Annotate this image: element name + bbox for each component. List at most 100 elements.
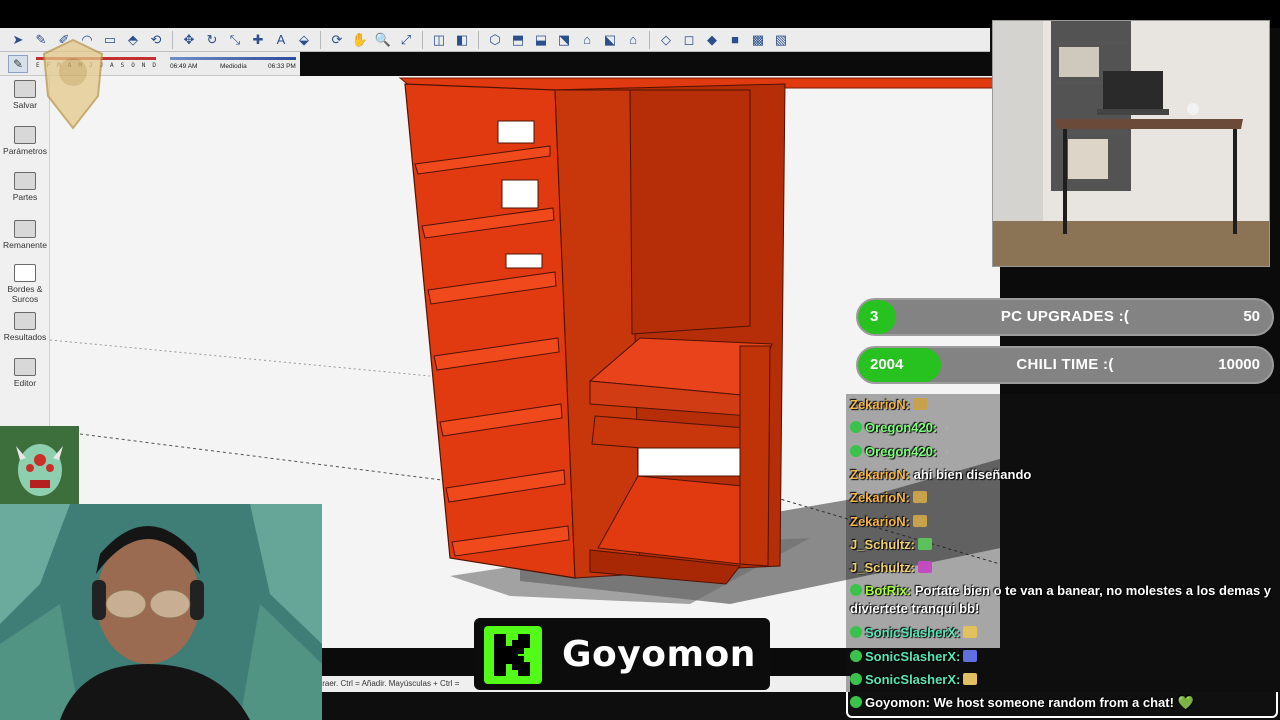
chat-username[interactable]: Oregon420: — [865, 420, 937, 435]
layers-icon — [14, 172, 36, 190]
grid-icon — [14, 312, 36, 330]
goal-target: 50 — [1243, 308, 1260, 325]
panel-item-partes[interactable]: Partes — [0, 172, 50, 202]
chat-message: SonicSlasherX: — [850, 671, 1274, 689]
chat-badge-icon — [850, 421, 862, 434]
move-icon[interactable]: ✥ — [179, 30, 199, 50]
chat-panel: ZekarioN: Oregon420: Oregon420: ZekarioN: a… — [846, 394, 1280, 720]
kick-channel-banner: Goyomon — [474, 618, 770, 690]
goal-chili-time: CHILI TIME :( 2004 10000 — [856, 346, 1274, 384]
back-icon[interactable]: ⌂ — [577, 30, 597, 50]
stream-scene: ➤✎✐◠▭⬘⟲✥↻⤡✚A⬙⟳✋🔍⤢◫◧⬡⬒⬓⬔⌂⬕⌂◇◻◆■▩▧ ✎ EFMAM… — [0, 0, 1280, 720]
chat-message: BotRix: Portate bien o te van a banear, … — [850, 582, 1274, 618]
goal-title: PC UPGRADES :( — [1000, 308, 1130, 325]
axis-dotted — [50, 339, 431, 377]
chat-username[interactable]: ZekarioN: — [850, 514, 910, 529]
edge-icon — [14, 264, 36, 282]
panel-item-label: Editor — [13, 378, 37, 388]
iso-icon[interactable]: ⬡ — [485, 30, 505, 50]
chat-emote-icon — [912, 491, 927, 504]
text-icon[interactable]: A — [271, 30, 291, 50]
chat-emote-icon — [918, 561, 933, 574]
time-end: 06:33 PM — [268, 63, 296, 70]
zoom-extents-icon[interactable]: ⤢ — [396, 30, 416, 50]
goal-current: 3 — [870, 308, 879, 325]
orbit-icon[interactable]: ⟳ — [327, 30, 347, 50]
panel-item-editor[interactable]: Editor — [0, 358, 50, 388]
panel-item-label: Remanente — [3, 240, 47, 250]
chat-username[interactable]: ZekarioN: — [850, 467, 910, 482]
goal-target: 10000 — [1218, 356, 1260, 373]
lower-opening — [637, 447, 743, 477]
zoom-icon[interactable]: 🔍 — [373, 30, 393, 50]
select-icon[interactable]: ➤ — [8, 30, 28, 50]
time-bar — [170, 57, 296, 60]
wireframe-icon[interactable]: ◻ — [679, 30, 699, 50]
chat-badge-icon — [850, 584, 862, 597]
section-display-icon[interactable]: ◧ — [452, 30, 472, 50]
streamer-webcam — [0, 504, 322, 720]
back-hole — [505, 253, 543, 269]
eraser-icon[interactable]: ✎ — [8, 55, 28, 73]
chat-username[interactable]: ZekarioN: — [850, 397, 910, 412]
pan-icon[interactable]: ✋ — [350, 30, 370, 50]
month-letter: N — [141, 62, 146, 69]
chat-text: Portate bien o te van a banear, no moles… — [850, 583, 1272, 617]
front-icon[interactable]: ⬓ — [531, 30, 551, 50]
chat-emote-icon — [963, 649, 978, 662]
shadow-time-slider[interactable]: 06:49 AM Mediodía 06:33 PM — [170, 56, 296, 72]
chat-message: ZekarioN: ahi bien diseñando — [850, 466, 1274, 484]
time-mid: Mediodía — [220, 63, 247, 70]
chat-message: ZekarioN: — [850, 396, 1274, 414]
goal-pc-upgrades: PC UPGRADES :( 3 50 — [856, 298, 1274, 336]
shaded-icon[interactable]: ■ — [725, 30, 745, 50]
chat-username[interactable]: ZekarioN: — [850, 490, 910, 505]
chat-message: ZekarioN: — [850, 489, 1274, 507]
upper-compartment — [629, 89, 751, 335]
chat-username[interactable]: J_Schultz: — [850, 537, 915, 552]
paintbucket-icon[interactable]: ⬙ — [294, 30, 314, 50]
followme-icon[interactable]: ⟲ — [146, 30, 166, 50]
time-start: 06:49 AM — [170, 63, 198, 70]
chat-badge-icon — [850, 626, 862, 639]
tape-icon[interactable]: ✚ — [248, 30, 268, 50]
toolbar-separator — [422, 30, 423, 49]
right-icon[interactable]: ⬔ — [554, 30, 574, 50]
chat-username[interactable]: J_Schultz: — [850, 560, 915, 575]
top-icon[interactable]: ⬒ — [508, 30, 528, 50]
goal-current: 2004 — [870, 356, 904, 373]
xray-icon[interactable]: ◇ — [656, 30, 676, 50]
chat-username[interactable]: BotRix: — [865, 583, 911, 598]
monochrome-icon[interactable]: ▧ — [771, 30, 791, 50]
right-front-edge — [739, 345, 771, 567]
panel-item-remanente[interactable]: Remanente — [0, 220, 50, 250]
home-icon[interactable]: ⌂ — [623, 30, 643, 50]
month-letter: O — [131, 62, 135, 69]
scale-icon[interactable]: ⤡ — [225, 30, 245, 50]
panel-item-resultados[interactable]: Resultados — [0, 312, 50, 342]
textured-icon[interactable]: ▩ — [748, 30, 768, 50]
chat-username[interactable]: SonicSlasherX: — [865, 649, 960, 664]
chat-message: SonicSlasherX: — [850, 624, 1274, 642]
chat-message: Oregon420: — [850, 443, 1274, 461]
toolbar-separator — [649, 30, 650, 49]
chat-badge-icon — [850, 444, 862, 457]
chat-username[interactable]: SonicSlasherX: — [865, 672, 960, 687]
panel-item-label: Partes — [12, 192, 38, 202]
hidden-line-icon[interactable]: ◆ — [702, 30, 722, 50]
section-icon[interactable]: ◫ — [429, 30, 449, 50]
toolbar-separator — [320, 30, 321, 49]
rotate-icon[interactable]: ↻ — [202, 30, 222, 50]
panel-item-bordes-surcos[interactable]: Bordes & Surcos — [0, 264, 50, 304]
chat-username[interactable]: Oregon420: — [865, 444, 937, 459]
team-rise-above-logo — [32, 36, 114, 134]
panel-item-label: Bordes & Surcos — [7, 284, 43, 304]
copy-icon — [14, 220, 36, 238]
left-icon[interactable]: ⬕ — [600, 30, 620, 50]
goal-title: CHILI TIME :( — [1016, 356, 1114, 373]
back-hole — [501, 179, 539, 209]
pushpull-icon[interactable]: ⬘ — [123, 30, 143, 50]
axis-red — [79, 433, 451, 482]
chat-username[interactable]: SonicSlasherX: — [865, 625, 960, 640]
chat-emote-icon — [945, 449, 950, 454]
